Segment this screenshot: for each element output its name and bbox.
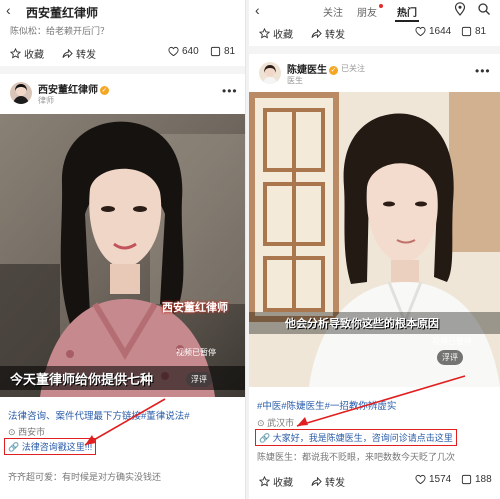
verified-icon: ✓ [329, 65, 338, 75]
author-header: 陈婕医生 ✓ 已关注 医生 ••• [249, 58, 500, 92]
forward-button[interactable]: 转发 [311, 26, 345, 41]
collect-label: 收藏 [273, 478, 293, 489]
top-bar: ‹ 关注 朋友 热门 [249, 0, 500, 22]
fuping-label: 浮评 [191, 375, 207, 384]
forward-icon [311, 28, 322, 39]
more-icon[interactable]: ••• [475, 64, 491, 78]
avatar[interactable] [10, 82, 32, 104]
like-count: 1574 [429, 474, 452, 485]
star-icon [10, 48, 21, 59]
comment-count: 188 [475, 474, 492, 485]
star-icon [259, 28, 270, 39]
right-screenshot: ‹ 关注 朋友 热门 收藏 转发 1644 81 陈婕医生 ✓ 已关注 医生 •… [249, 0, 500, 499]
fuping-button[interactable]: 浮评 [437, 350, 463, 365]
author-header: 西安董红律师 ✓ 律师 ••• [0, 78, 245, 112]
comment-count: 81 [224, 46, 236, 57]
video-watermark: 西安董红律师 [162, 302, 228, 314]
location-icon: ⊙ [257, 418, 265, 428]
like-button[interactable]: 640 [168, 46, 199, 57]
annotation-arrow [296, 375, 466, 427]
link-icon: 🔗 [259, 433, 271, 443]
avatar[interactable] [259, 62, 281, 84]
location-icon[interactable] [453, 2, 467, 16]
author-subtitle: 律师 [38, 96, 54, 105]
top-bar: ‹ 西安董红律师 [0, 0, 245, 22]
comment-button[interactable]: 81 [461, 26, 486, 37]
verified-icon: ✓ [100, 85, 109, 95]
top-comment: 陈婕医生：都说我不贬眼，来吧数数今天眨了几次 [257, 452, 456, 462]
comment-button[interactable]: 81 [210, 46, 235, 57]
collect-button[interactable]: 收藏 [259, 474, 293, 489]
comment-button[interactable]: 188 [461, 474, 492, 485]
comment-icon [461, 26, 472, 37]
top-comment: 齐齐超可爱：有时候是对方确实没钱还 [8, 472, 162, 482]
search-icon[interactable] [477, 2, 491, 16]
video-player[interactable]: 西安董红律师 视频已暂停 今天董律师给你提供七种 浮评 [0, 114, 245, 397]
previous-post-comment: 陈似松：给老赖开后门？ [10, 26, 110, 36]
author-subtitle: 医生 [287, 76, 303, 85]
forward-button[interactable]: 转发 [62, 46, 96, 61]
back-arrow-icon[interactable]: ‹ [6, 2, 11, 18]
video-caption: 他会分析导致你这些的根本原因 [285, 318, 439, 330]
comment-count: 81 [475, 26, 487, 37]
heart-icon [415, 474, 426, 485]
card-separator [249, 46, 500, 54]
fuping-button[interactable]: 浮评 [186, 372, 212, 387]
video-player[interactable]: 他会分析导致你这些的根本原因 视频已暂停 浮评 [249, 92, 500, 387]
tab-friends-label: 朋友 [357, 8, 377, 19]
video-paused-label: 视频已暂停 [176, 348, 216, 357]
collect-label: 收藏 [24, 50, 44, 61]
notification-dot [379, 4, 383, 8]
promo-link-text: 大家好，我是陈婕医生，咨询问诊请点击这里 [272, 433, 453, 443]
left-screenshot: ‹ 西安董红律师 陈似松：给老赖开后门？ 收藏 转发 640 81 西安董红律师… [0, 0, 246, 499]
post-actions: 收藏 转发 1574 188 [249, 474, 500, 490]
tab-follow[interactable]: 关注 [321, 3, 345, 22]
back-arrow-icon[interactable]: ‹ [255, 2, 260, 18]
page-title: 西安董红律师 [26, 6, 99, 20]
heart-icon [168, 46, 179, 57]
annotation-arrow [84, 398, 166, 446]
collect-button[interactable]: 收藏 [10, 46, 44, 61]
link-icon: 🔗 [8, 442, 20, 452]
location-icon: ⊙ [8, 427, 16, 437]
forward-label: 转发 [325, 478, 345, 489]
forward-button[interactable]: 转发 [311, 474, 345, 489]
feed-tabs: 关注 朋友 热门 [321, 3, 419, 22]
forward-icon [62, 48, 73, 59]
star-icon [259, 476, 270, 487]
comment-icon [210, 46, 221, 57]
tab-friends[interactable]: 朋友 [355, 3, 385, 22]
forward-label: 转发 [76, 50, 96, 61]
more-icon[interactable]: ••• [222, 84, 238, 98]
previous-post-actions: 收藏 转发 1644 81 [249, 26, 500, 42]
like-button[interactable]: 1644 [415, 26, 451, 37]
forward-icon [311, 476, 322, 487]
heart-icon [415, 26, 426, 37]
like-button[interactable]: 1574 [415, 474, 451, 485]
previous-post-actions: 收藏 转发 640 81 [0, 46, 245, 62]
video-caption: 今天董律师给你提供七种 [10, 372, 154, 387]
fuping-label: 浮评 [442, 353, 458, 362]
like-count: 1644 [429, 26, 452, 37]
comment-icon [461, 474, 472, 485]
like-count: 640 [182, 46, 199, 57]
card-separator [0, 66, 245, 74]
collect-label: 收藏 [273, 30, 293, 41]
collect-button[interactable]: 收藏 [259, 26, 293, 41]
forward-label: 转发 [325, 30, 345, 41]
follow-status[interactable]: 已关注 [341, 63, 365, 74]
tab-hot[interactable]: 热门 [395, 3, 419, 22]
video-paused-label: 视频已暂停 [432, 337, 472, 346]
